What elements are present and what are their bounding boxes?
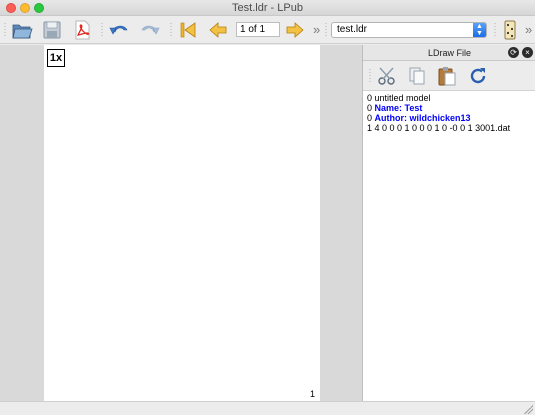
- copy-icon[interactable]: [406, 65, 428, 87]
- submodel-multiplier[interactable]: 1x: [47, 49, 65, 67]
- cut-icon[interactable]: [376, 65, 398, 87]
- editor-keyword: Author: wildchicken13: [374, 113, 471, 123]
- editor-line: 1 4 0 0 0 1 0 0 0 1 0 -0 0 1 3001.dat: [367, 123, 535, 133]
- page-number: 1: [310, 389, 316, 399]
- ldraw-file-dock: LDraw File ⟳ × 0 untitled model 0 Name: …: [362, 45, 535, 401]
- combo-arrows-icon[interactable]: ▲ ▼: [473, 23, 486, 37]
- first-page-icon[interactable]: [177, 19, 199, 41]
- toolbar-handle[interactable]: [4, 22, 6, 38]
- file-select[interactable]: test.ldr ▲ ▼: [331, 22, 487, 38]
- status-bar: [0, 401, 535, 415]
- right-gutter: [320, 45, 362, 401]
- save-icon[interactable]: [41, 19, 63, 41]
- ldraw-editor[interactable]: 0 untitled model 0 Name: Test 0 Author: …: [367, 93, 535, 133]
- lpub-window: Test.ldr - LPub 1 of 1 » test.ldr ▲ ▼ » …: [0, 0, 535, 415]
- editor-line: 0 Author: wildchicken13: [367, 113, 535, 123]
- toolbar-separator: [170, 22, 172, 38]
- page-canvas[interactable]: [44, 45, 320, 401]
- float-dock-icon[interactable]: ⟳: [508, 47, 519, 58]
- paste-icon[interactable]: [436, 65, 458, 87]
- editor-text: 1 4 0 0 0 1 0 0 0 1 0 -0 0 1 3001.dat: [367, 123, 511, 133]
- editor-text: 0 untitled model: [367, 93, 431, 103]
- open-icon[interactable]: [11, 19, 33, 41]
- title-bar: Test.ldr - LPub: [0, 0, 535, 16]
- undo-icon[interactable]: [108, 19, 130, 41]
- left-gutter: [0, 45, 44, 401]
- redo-icon[interactable]: [139, 19, 161, 41]
- toolbar-handle[interactable]: [369, 68, 371, 84]
- editor-text: 0: [367, 103, 375, 113]
- next-page-icon[interactable]: [284, 19, 306, 41]
- editor-text: 0: [367, 113, 375, 123]
- editor-keyword: Name: Test: [374, 103, 423, 113]
- dock-title-label: LDraw File: [427, 48, 471, 58]
- close-dock-icon[interactable]: ×: [522, 47, 533, 58]
- toolbar-overflow-icon[interactable]: »: [313, 22, 320, 37]
- dock-title: LDraw File ⟳ ×: [363, 45, 535, 61]
- page-number-field[interactable]: 1 of 1: [236, 22, 280, 37]
- editor-line: 0 Name: Test: [367, 103, 535, 113]
- main-toolbar: 1 of 1 » test.ldr ▲ ▼ »: [0, 16, 535, 44]
- previous-page-icon[interactable]: [207, 19, 229, 41]
- refresh-icon[interactable]: [467, 65, 489, 87]
- resize-grip-icon[interactable]: [523, 404, 533, 414]
- toolbar-overflow-icon[interactable]: »: [525, 22, 532, 37]
- file-select-value: test.ldr: [337, 24, 368, 35]
- toolbar-separator: [101, 22, 103, 38]
- toolbar-handle[interactable]: [494, 22, 496, 38]
- dice-icon[interactable]: [499, 19, 521, 41]
- window-title: Test.ldr - LPub: [232, 2, 303, 14]
- toolbar-handle[interactable]: [325, 22, 327, 38]
- pdf-icon[interactable]: [71, 19, 93, 41]
- dock-toolbar: [363, 61, 535, 91]
- editor-line: 0 untitled model: [367, 93, 535, 103]
